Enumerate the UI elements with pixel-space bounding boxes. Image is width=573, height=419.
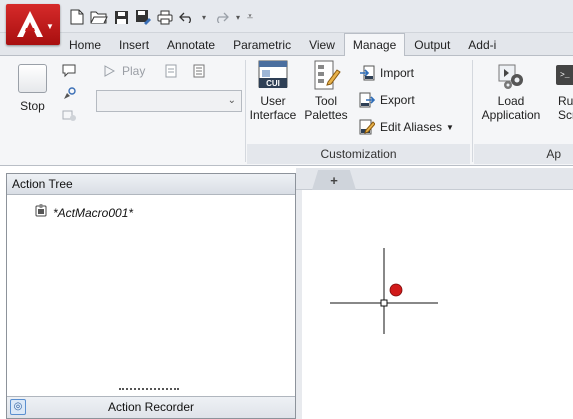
- run-script-label-line1: Ru: [558, 94, 573, 108]
- load-application-label-line1: Load: [497, 94, 525, 108]
- tab-annotate[interactable]: Annotate: [158, 33, 224, 56]
- run-script-label-line2: Scr: [558, 108, 573, 122]
- panel-separator: [472, 60, 473, 162]
- plus-icon: +: [330, 172, 338, 188]
- action-recorder-footer: ◎ Action Recorder: [7, 396, 295, 418]
- new-drawing-tab[interactable]: +: [312, 170, 356, 190]
- export-button[interactable]: Export: [358, 91, 415, 109]
- tab-home[interactable]: Home: [60, 33, 110, 56]
- quick-access-icons: ▾ ▾ ⩡: [68, 7, 254, 27]
- run-script-icon: >_: [556, 65, 573, 85]
- chevron-down-icon: ⌄: [227, 95, 236, 106]
- tab-manage[interactable]: Manage: [343, 33, 406, 56]
- action-recorder-palette: Action Tree *ActMacro001* ◎ Action Recor…: [6, 173, 296, 419]
- tool-palettes-button[interactable]: Tool Palettes: [303, 60, 349, 122]
- edit-aliases-button[interactable]: Edit Aliases ▼: [358, 118, 454, 136]
- edit-aliases-label: Edit Aliases: [380, 120, 443, 134]
- canvas-left-edge: [296, 190, 302, 419]
- tab-view[interactable]: View: [300, 33, 344, 56]
- user-interface-button[interactable]: CUI User Interface: [247, 60, 299, 122]
- edit-aliases-icon: [358, 118, 376, 136]
- stop-icon: [18, 64, 47, 93]
- quick-access-toolbar: ▾ ▾ ⩡: [0, 0, 573, 33]
- application-menu-button[interactable]: ▼: [6, 4, 60, 45]
- load-application-icon: [498, 64, 523, 89]
- tool-palettes-label-line2: Palettes: [304, 108, 348, 122]
- customization-panel-title[interactable]: Customization: [247, 144, 470, 164]
- load-application-button[interactable]: Load Application: [477, 60, 545, 122]
- preference-icon[interactable]: [162, 62, 180, 80]
- undo-dropdown-icon[interactable]: ▾: [200, 13, 208, 22]
- export-icon: [358, 91, 376, 109]
- resize-grip[interactable]: [119, 388, 179, 394]
- macro-recorder-icon: [33, 203, 49, 222]
- cui-badge: CUI: [266, 79, 280, 88]
- play-label: Play: [122, 64, 146, 78]
- save-as-icon[interactable]: [134, 8, 152, 26]
- customize-icon[interactable]: ⩡: [246, 11, 254, 24]
- redo-icon[interactable]: [212, 8, 230, 26]
- action-tree-header: Action Tree: [7, 174, 295, 195]
- user-interface-label-line2: Interface: [249, 108, 297, 122]
- action-macro-name: *ActMacro001*: [53, 205, 134, 220]
- drawing-canvas[interactable]: [296, 168, 573, 419]
- import-button[interactable]: Import: [358, 64, 414, 82]
- action-recorder-label: Action Recorder: [107, 400, 195, 414]
- user-interface-label-line1: User: [260, 94, 286, 108]
- tool-palettes-icon: [314, 60, 341, 90]
- tab-parametric[interactable]: Parametric: [224, 33, 300, 56]
- action-macro-combo[interactable]: ⌄: [96, 90, 242, 112]
- crosshair-cursor: [330, 248, 438, 334]
- tab-output[interactable]: Output: [405, 33, 459, 56]
- manage-action-macros-icon[interactable]: [190, 62, 208, 80]
- point-marker-icon: [389, 283, 403, 297]
- play-button[interactable]: Play: [100, 62, 145, 80]
- print-icon[interactable]: [156, 8, 174, 26]
- export-label: Export: [380, 93, 415, 107]
- load-application-label-line2: Application: [481, 108, 541, 122]
- run-script-button[interactable]: >_ Ru Scr: [548, 60, 573, 122]
- autocad-logo-icon: [17, 11, 43, 37]
- svg-text:>_: >_: [560, 71, 570, 80]
- stop-button[interactable]: Stop: [18, 64, 47, 113]
- new-file-icon[interactable]: [68, 8, 86, 26]
- import-label: Import: [380, 66, 415, 80]
- tab-insert[interactable]: Insert: [110, 33, 158, 56]
- save-icon[interactable]: [112, 8, 130, 26]
- undo-icon[interactable]: [178, 8, 196, 26]
- tab-add-ins[interactable]: Add-i: [459, 33, 505, 56]
- cui-icon: CUI: [258, 60, 288, 88]
- chevron-down-icon: ▼: [446, 122, 454, 132]
- request-user-input-icon[interactable]: [60, 84, 78, 102]
- applications-panel-title-text: Ap: [546, 147, 561, 161]
- chevron-down-icon: ▼: [46, 22, 54, 31]
- panel-separator: [245, 60, 246, 162]
- document-tab-bar: +: [296, 168, 573, 190]
- stop-label: Stop: [20, 99, 45, 113]
- import-icon: [358, 64, 376, 82]
- play-icon: [100, 62, 118, 80]
- open-folder-icon[interactable]: [90, 8, 108, 26]
- insert-base-point-icon[interactable]: [60, 106, 78, 124]
- redo-dropdown-icon[interactable]: ▾: [234, 13, 242, 22]
- ribbon: Stop Play ⌄ CUI User Interface Tool Pale…: [0, 56, 573, 166]
- insert-message-icon[interactable]: [60, 62, 78, 80]
- action-macro-node[interactable]: *ActMacro001*: [33, 203, 133, 222]
- ribbon-tabs: Home Insert Annotate Parametric View Man…: [60, 33, 505, 56]
- applications-panel-title[interactable]: Ap: [474, 144, 573, 164]
- tool-palettes-label-line1: Tool: [314, 94, 337, 108]
